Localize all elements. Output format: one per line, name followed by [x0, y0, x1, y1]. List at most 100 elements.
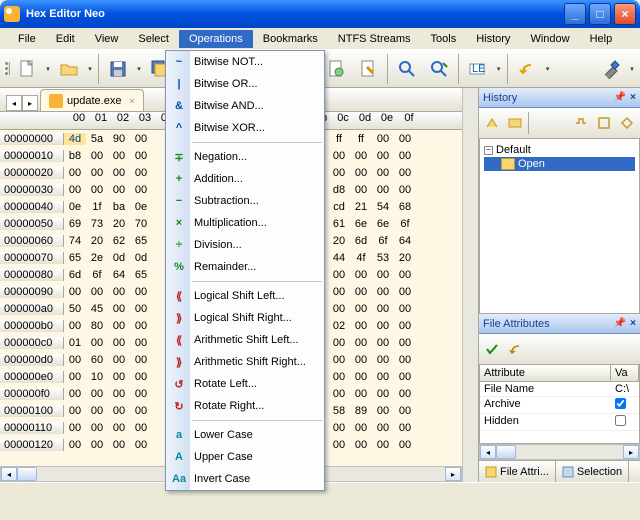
hex-cell[interactable]: 00	[108, 320, 130, 332]
menu-file[interactable]: File	[8, 30, 46, 48]
hex-cell[interactable]: 69	[64, 218, 86, 230]
attr-value[interactable]: C:\	[611, 382, 639, 396]
hex-cell[interactable]: 00	[108, 354, 130, 366]
hex-cell[interactable]: 64	[108, 269, 130, 281]
hex-cell[interactable]: 00	[394, 422, 416, 434]
hex-cell[interactable]: 0d	[108, 252, 130, 264]
hex-cell[interactable]: 00	[372, 371, 394, 383]
menu-view[interactable]: View	[85, 30, 129, 48]
hex-cell[interactable]: 00	[372, 422, 394, 434]
hex-cell[interactable]: 6f	[372, 235, 394, 247]
hex-cell[interactable]: 00	[394, 286, 416, 298]
hist-tool-4[interactable]	[593, 112, 615, 134]
hex-cell[interactable]: 00	[108, 422, 130, 434]
replace-button[interactable]	[424, 54, 454, 84]
pane-close-icon[interactable]: ×	[630, 318, 636, 329]
hex-cell[interactable]: ba	[108, 201, 130, 213]
attr-row[interactable]: Archive	[480, 397, 639, 414]
hex-cell[interactable]: 00	[64, 422, 86, 434]
menu-help[interactable]: Help	[580, 30, 623, 48]
hex-cell[interactable]: 00	[328, 371, 350, 383]
op-arithmetic-shift-right[interactable]: ⟫Arithmetic Shift Right...	[166, 351, 324, 373]
hex-cell[interactable]: 00	[328, 354, 350, 366]
hex-cell[interactable]: 80	[86, 320, 108, 332]
hex-cell[interactable]: 00	[108, 286, 130, 298]
hex-cell[interactable]: 20	[394, 252, 416, 264]
hex-cell[interactable]: 6f	[86, 269, 108, 281]
open-dropdown[interactable]: ▾	[86, 65, 94, 73]
attr-value[interactable]	[611, 397, 639, 413]
hex-cell[interactable]: 00	[130, 337, 152, 349]
op-division[interactable]: ÷Division...	[166, 234, 324, 256]
hex-cell[interactable]: 00	[86, 286, 108, 298]
hex-cell[interactable]: 00	[108, 167, 130, 179]
hex-cell[interactable]: 00	[328, 167, 350, 179]
hex-cell[interactable]: 2e	[86, 252, 108, 264]
expand-icon[interactable]: −	[484, 146, 493, 155]
tab-update-exe[interactable]: update.exe ×	[40, 89, 144, 111]
hex-cell[interactable]: 02	[328, 320, 350, 332]
hex-cell[interactable]: 0d	[130, 252, 152, 264]
hex-cell[interactable]: 00	[64, 388, 86, 400]
hex-cell[interactable]: 6d	[64, 269, 86, 281]
hex-cell[interactable]: 6e	[372, 218, 394, 230]
hex-cell[interactable]: 00	[108, 337, 130, 349]
tree-root[interactable]: − Default	[484, 143, 635, 157]
hex-cell[interactable]: 20	[86, 235, 108, 247]
hex-cell[interactable]: 45	[86, 303, 108, 315]
hex-cell[interactable]: 68	[394, 201, 416, 213]
hex-cell[interactable]: 00	[328, 439, 350, 451]
menu-window[interactable]: Window	[520, 30, 579, 48]
save-button[interactable]	[103, 54, 133, 84]
menu-select[interactable]: Select	[128, 30, 179, 48]
hex-cell[interactable]: 00	[64, 286, 86, 298]
hex-cell[interactable]: 00	[86, 388, 108, 400]
tab-file-attrs[interactable]: File Attri...	[479, 461, 556, 482]
hex-cell[interactable]: 00	[350, 388, 372, 400]
hex-cell[interactable]: 00	[64, 371, 86, 383]
op-rotate-left[interactable]: ↺Rotate Left...	[166, 373, 324, 395]
hex-cell[interactable]: 00	[350, 286, 372, 298]
hex-cell[interactable]: 6f	[394, 218, 416, 230]
hex-cell[interactable]: 00	[394, 269, 416, 281]
hex-cell[interactable]: 70	[130, 218, 152, 230]
hex-cell[interactable]: 00	[394, 371, 416, 383]
hex-cell[interactable]: 00	[64, 405, 86, 417]
hex-cell[interactable]: 00	[372, 405, 394, 417]
pin-icon[interactable]: 📌	[614, 92, 626, 103]
hex-cell[interactable]: 00	[108, 388, 130, 400]
hex-cell[interactable]: 00	[372, 354, 394, 366]
hex-cell[interactable]: 50	[64, 303, 86, 315]
op-negation[interactable]: ∓Negation...	[166, 146, 324, 168]
scroll-left[interactable]: ◂	[480, 445, 496, 459]
col-attribute[interactable]: Attribute	[480, 365, 611, 381]
minimize-button[interactable]: _	[564, 3, 586, 25]
hex-cell[interactable]: ff	[328, 133, 350, 145]
hex-cell[interactable]: 00	[372, 150, 394, 162]
hex-cell[interactable]: 00	[350, 371, 372, 383]
hex-cell[interactable]: 00	[108, 405, 130, 417]
hex-cell[interactable]: 00	[350, 303, 372, 315]
hex-cell[interactable]: 00	[394, 354, 416, 366]
pin-icon[interactable]: 📌	[614, 318, 626, 329]
hex-cell[interactable]: 00	[130, 286, 152, 298]
hex-cell[interactable]: 00	[394, 133, 416, 145]
attrs-hscroll[interactable]: ◂ ▸	[479, 444, 640, 460]
hex-cell[interactable]: cd	[328, 201, 350, 213]
op-logical-shift-left[interactable]: ⟪Logical Shift Left...	[166, 285, 324, 307]
hex-cell[interactable]: 00	[130, 422, 152, 434]
hex-cell[interactable]: 00	[394, 320, 416, 332]
hex-cell[interactable]: 00	[394, 337, 416, 349]
op-addition[interactable]: +Addition...	[166, 168, 324, 190]
tree-child[interactable]: Open	[484, 157, 635, 171]
menu-bookmarks[interactable]: Bookmarks	[253, 30, 328, 48]
hex-cell[interactable]: 61	[328, 218, 350, 230]
menu-ntfs-streams[interactable]: NTFS Streams	[328, 30, 421, 48]
hex-cell[interactable]: 00	[108, 371, 130, 383]
hex-cell[interactable]: 00	[108, 150, 130, 162]
hex-cell[interactable]: 00	[130, 303, 152, 315]
hex-cell[interactable]: 0e	[130, 201, 152, 213]
op-subtraction[interactable]: −Subtraction...	[166, 190, 324, 212]
menu-history[interactable]: History	[466, 30, 520, 48]
hex-cell[interactable]: 00	[372, 269, 394, 281]
